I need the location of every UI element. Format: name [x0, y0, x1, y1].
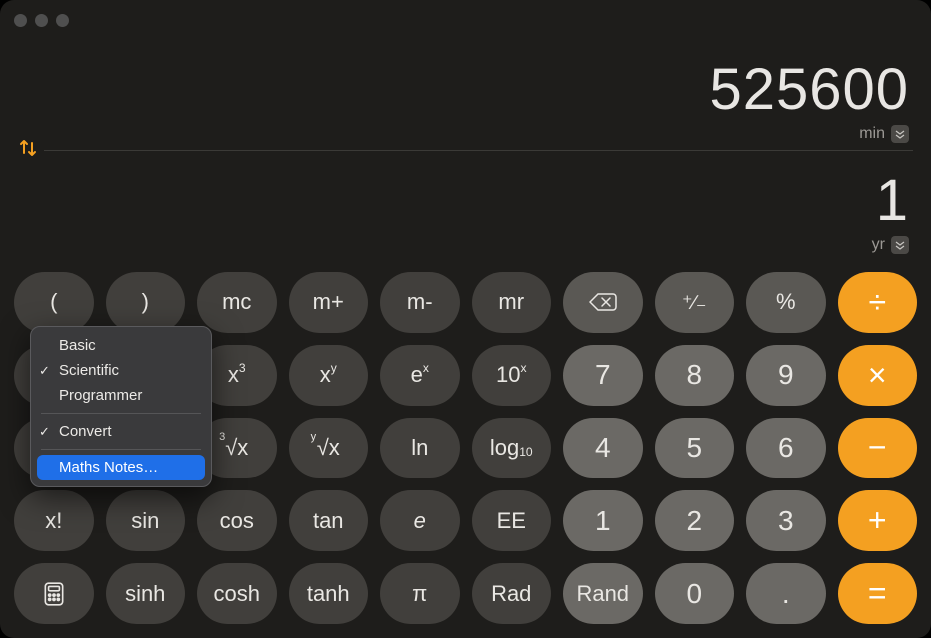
display-lower-value: 1	[876, 172, 909, 230]
key-rad[interactable]: Rad	[472, 563, 552, 624]
menu-separator	[41, 449, 201, 450]
window-zoom-button[interactable]	[56, 14, 69, 27]
mode-menu-label: Basic	[59, 337, 96, 354]
mode-menu-label: Programmer	[59, 387, 142, 404]
display-upper-row: 525600 min	[22, 38, 909, 149]
key-10x[interactable]: 10x	[472, 345, 552, 406]
key-percent[interactable]: %	[746, 272, 826, 333]
key-close-paren[interactable]: )	[106, 272, 186, 333]
key-divide[interactable]: ÷	[838, 272, 918, 333]
window-minimize-button[interactable]	[35, 14, 48, 27]
mode-menu-item-maths-notes[interactable]: Maths Notes…	[37, 455, 205, 480]
check-icon: ✓	[39, 363, 50, 379]
chevron-down-icon	[891, 236, 909, 254]
key-decimal[interactable]: .	[746, 563, 826, 624]
menu-separator	[41, 413, 201, 414]
key-tan[interactable]: tan	[289, 490, 369, 551]
mode-menu-item-basic[interactable]: Basic	[31, 333, 211, 358]
key-5[interactable]: 5	[655, 418, 735, 479]
key-ex[interactable]: ex	[380, 345, 460, 406]
key-ee[interactable]: EE	[472, 490, 552, 551]
key-rand[interactable]: Rand	[563, 563, 643, 624]
key-factorial[interactable]: x!	[14, 490, 94, 551]
key-sinh[interactable]: sinh	[106, 563, 186, 624]
key-equals[interactable]: =	[838, 563, 918, 624]
key-pi[interactable]: π	[380, 563, 460, 624]
key-cosh[interactable]: cosh	[197, 563, 277, 624]
window-close-button[interactable]	[14, 14, 27, 27]
key-plus[interactable]: +	[838, 490, 918, 551]
upper-unit-label: min	[859, 125, 885, 143]
key-multiply[interactable]: ×	[838, 345, 918, 406]
key-m-plus[interactable]: m+	[289, 272, 369, 333]
key-log10[interactable]: log10	[472, 418, 552, 479]
mode-menu-item-convert[interactable]: ✓ Convert	[31, 419, 211, 444]
lower-unit-selector[interactable]: yr	[872, 236, 909, 254]
calculator-icon	[41, 581, 67, 607]
key-1[interactable]: 1	[563, 490, 643, 551]
key-7[interactable]: 7	[563, 345, 643, 406]
mode-menu-item-programmer[interactable]: Programmer	[31, 383, 211, 408]
display-divider	[18, 150, 913, 151]
key-cos[interactable]: cos	[197, 490, 277, 551]
display-area: 525600 min 1 yr	[0, 38, 931, 264]
key-mc[interactable]: mc	[197, 272, 277, 333]
key-ln[interactable]: ln	[380, 418, 460, 479]
mode-menu-label: Scientific	[59, 362, 119, 379]
key-m-minus[interactable]: m-	[380, 272, 460, 333]
calculator-window: 525600 min 1 yr ( )	[0, 0, 931, 638]
key-mode-menu[interactable]	[14, 563, 94, 624]
key-mr[interactable]: mr	[472, 272, 552, 333]
key-sin[interactable]: sin	[106, 490, 186, 551]
key-0[interactable]: 0	[655, 563, 735, 624]
key-open-paren[interactable]: (	[14, 272, 94, 333]
key-9[interactable]: 9	[746, 345, 826, 406]
key-xy[interactable]: xy	[289, 345, 369, 406]
check-icon: ✓	[39, 424, 50, 440]
key-tanh[interactable]: tanh	[289, 563, 369, 624]
key-minus[interactable]: −	[838, 418, 918, 479]
chevron-down-icon	[891, 125, 909, 143]
display-lower-row: 1 yr	[22, 149, 909, 264]
key-3[interactable]: 3	[746, 490, 826, 551]
lower-unit-label: yr	[872, 236, 885, 254]
key-backspace[interactable]	[563, 272, 643, 333]
mode-menu-label: Convert	[59, 423, 112, 440]
key-plus-minus[interactable]: ⁺∕₋	[655, 272, 735, 333]
display-upper-value: 525600	[709, 61, 909, 119]
key-6[interactable]: 6	[746, 418, 826, 479]
key-4[interactable]: 4	[563, 418, 643, 479]
mode-menu-item-scientific[interactable]: ✓ Scientific	[31, 358, 211, 383]
key-yroot[interactable]: y√x	[289, 418, 369, 479]
upper-unit-selector[interactable]: min	[859, 125, 909, 143]
key-2[interactable]: 2	[655, 490, 735, 551]
mode-menu-label: Maths Notes…	[59, 459, 158, 476]
swap-units-button[interactable]	[18, 138, 44, 164]
mode-popover: Basic ✓ Scientific Programmer ✓ Convert …	[30, 326, 212, 487]
window-controls	[14, 14, 69, 27]
key-e[interactable]: e	[380, 490, 460, 551]
key-8[interactable]: 8	[655, 345, 735, 406]
